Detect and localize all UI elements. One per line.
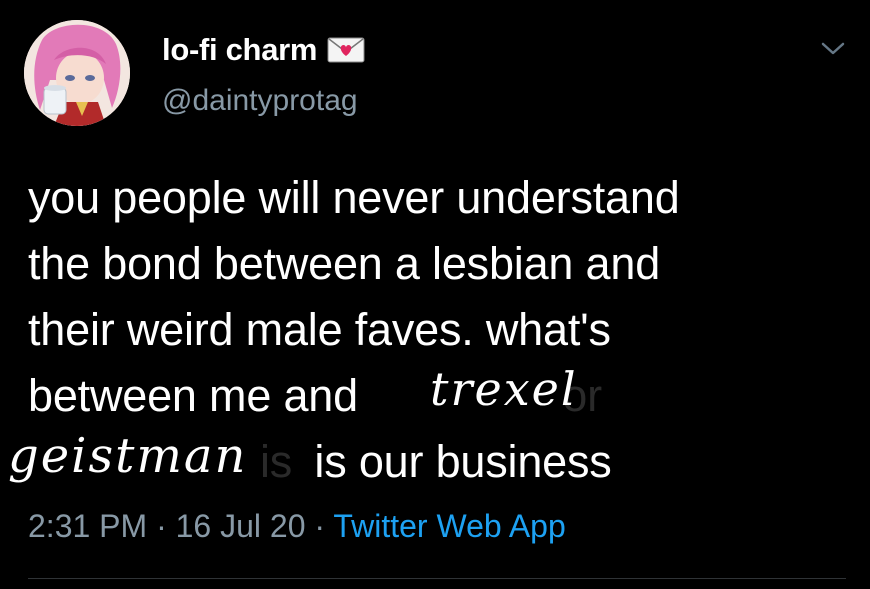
chevron-down-icon[interactable] <box>818 36 848 60</box>
faded-text: is <box>260 436 293 487</box>
avatar[interactable] <box>24 20 130 126</box>
tweet-line-text: is our business <box>314 436 612 487</box>
handwritten-annotation: trexel <box>430 362 578 416</box>
tweet-time[interactable]: 2:31 PM <box>28 508 147 544</box>
tweet-line: you people will never understand <box>28 172 680 223</box>
display-name[interactable]: lo-fi charm <box>162 32 317 68</box>
avatar-image <box>24 20 130 126</box>
tweet-line: their weird male faves. what's <box>28 304 611 355</box>
tweet-date[interactable]: 16 Jul 20 <box>176 508 306 544</box>
meta-separator: · <box>156 508 167 544</box>
tweet-line-text: between me and <box>28 370 358 421</box>
tweet-line: the bond between a lesbian and <box>28 238 661 289</box>
divider <box>28 578 846 579</box>
user-handle[interactable]: @daintyprotag <box>162 84 358 118</box>
tweet-meta: 2:31 PM · 16 Jul 20 · Twitter Web App <box>28 508 566 545</box>
meta-separator: · <box>314 508 326 544</box>
love-letter-icon <box>327 36 365 64</box>
tweet-source-link[interactable]: Twitter Web App <box>333 508 565 544</box>
display-name-row[interactable]: lo-fi charm <box>162 30 365 70</box>
handwritten-annotation: geistman <box>8 428 248 484</box>
